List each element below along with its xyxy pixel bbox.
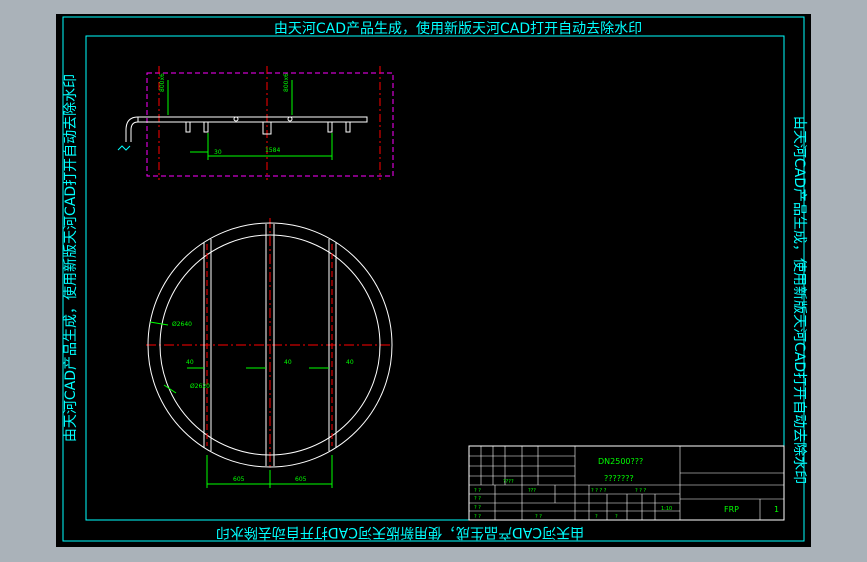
dim-small: 30	[214, 149, 222, 156]
tb-cell: ?	[595, 514, 598, 520]
dim-gap-mid: 40	[284, 359, 292, 366]
cad-drawing-canvas[interactable]: 由天河CAD产品生成，使用新版天河CAD打开自动去除水印 由天河CAD产品生成，…	[0, 0, 867, 562]
drawing-name: DN2500???	[598, 457, 643, 466]
tb-cell: ? ?	[474, 514, 481, 520]
dim-gap-left: 40	[186, 359, 194, 366]
dim-gap-right: 40	[346, 359, 354, 366]
tb-cell: ? ?	[474, 488, 481, 494]
drawing-subtitle: ???????	[604, 474, 634, 483]
dim-bottom-left: 605	[233, 476, 245, 483]
dim-long: 1584	[265, 147, 280, 154]
drawing-sheet	[56, 14, 811, 547]
watermark-right: 由天河CAD产品生成，使用新版天河CAD打开自动去除水印	[791, 116, 808, 484]
tb-cell: ????	[503, 479, 514, 485]
tb-cell: ? ?	[474, 505, 481, 511]
tb-cell: ?	[615, 514, 618, 520]
dim-bottom-right: 605	[295, 476, 307, 483]
quantity: 1	[774, 505, 779, 514]
tb-cell: ? ?	[474, 496, 481, 502]
dim-height-left: 800x6	[159, 73, 166, 92]
watermark-left: 由天河CAD产品生成，使用新版天河CAD打开自动去除水印	[62, 74, 79, 442]
watermark-top: 由天河CAD产品生成，使用新版天河CAD打开自动去除水印	[274, 20, 642, 37]
tb-cell: ???	[528, 488, 536, 494]
scale: 1:10	[661, 506, 672, 512]
dim-outer-diameter: Ø2640	[172, 321, 192, 328]
dim-height-right: 800x6	[283, 73, 290, 92]
material: FRP	[724, 505, 739, 514]
tb-cell: ? ?	[535, 514, 542, 520]
watermark-bottom: 由天河CAD产品生成，使用新版天河CAD打开自动去除水印	[216, 524, 584, 541]
tb-cell: ? ? ? ?	[591, 488, 607, 494]
dim-inner-diameter: Ø2620	[190, 383, 210, 390]
tb-cell: ? ? ?	[635, 488, 646, 494]
